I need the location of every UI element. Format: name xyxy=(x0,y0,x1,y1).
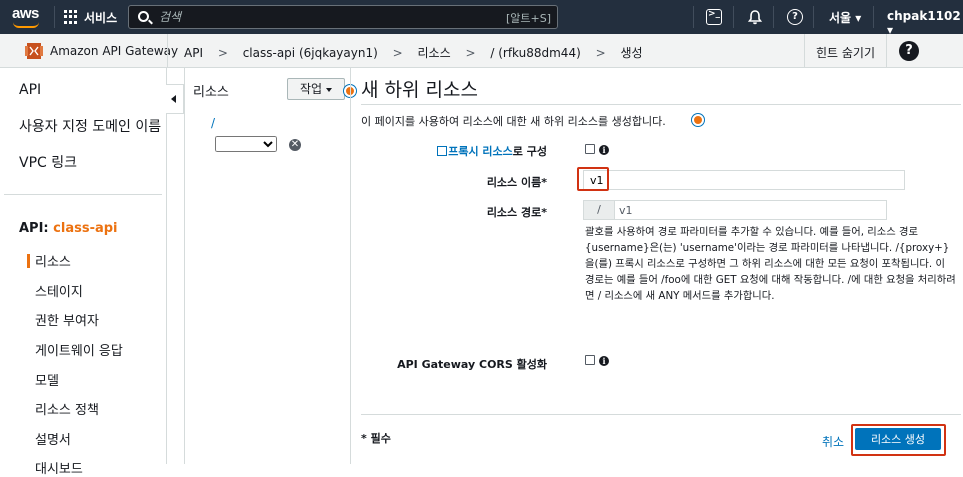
divider xyxy=(804,34,805,68)
proxy-resource-label: 프록시 리소스로 구성 xyxy=(437,143,547,159)
region-selector[interactable]: 서울 ▾ xyxy=(829,9,861,26)
nav-item-models[interactable]: 모델 xyxy=(35,370,59,389)
proxy-label-suffix: 로 구성 xyxy=(512,145,547,158)
breadcrumb-separator: > xyxy=(392,46,403,60)
nav-api-heading: API: class-api xyxy=(19,221,118,236)
breadcrumb-class-api[interactable]: class-api (6jqkayayn1) xyxy=(243,46,378,60)
new-resource-select[interactable] xyxy=(215,136,277,152)
resource-root-link[interactable]: / xyxy=(211,116,215,130)
nav-item-gateway-responses[interactable]: 게이트웨이 응답 xyxy=(35,340,123,359)
aws-smile-icon xyxy=(13,22,39,28)
title-divider xyxy=(361,104,961,105)
divider xyxy=(873,6,874,28)
active-indicator xyxy=(27,254,30,268)
search-icon xyxy=(138,11,149,22)
help-icon[interactable]: ? xyxy=(899,41,919,61)
help-question-icon[interactable]: ? xyxy=(787,9,803,25)
nav-item-custom-domain[interactable]: 사용자 지정 도메인 이름 xyxy=(19,116,161,136)
resource-path-label: 리소스 경로* xyxy=(486,206,547,219)
breadcrumb-separator: > xyxy=(465,46,476,60)
divider xyxy=(773,6,774,28)
divider xyxy=(693,6,694,28)
service-header-bar: Amazon API Gateway API > class-api (6jqk… xyxy=(0,34,963,68)
services-menu-button[interactable]: 서비스 xyxy=(84,9,117,26)
external-link-icon xyxy=(437,146,448,156)
divider xyxy=(54,6,55,28)
breadcrumb-root-resource[interactable]: / (rfku88dm44) xyxy=(490,46,580,60)
cancel-button[interactable]: 취소 xyxy=(822,433,844,450)
nav-item-documentation[interactable]: 설명서 xyxy=(35,429,71,448)
global-search-input[interactable] xyxy=(159,9,499,25)
main-content: 새 하위 리소스 이 페이지를 사용하여 리소스에 대한 새 하위 리소스를 생… xyxy=(351,68,963,464)
cors-label: API Gateway CORS 활성화 xyxy=(397,358,547,371)
nav-item-api[interactable]: API xyxy=(19,82,41,98)
close-icon[interactable]: ✕ xyxy=(289,139,301,151)
cors-checkbox[interactable] xyxy=(585,355,595,365)
nav-divider xyxy=(4,194,162,195)
top-navigation-bar: aws 서비스 [알트+S] ? 서울 ▾ chpak1102 ▾ xyxy=(0,0,963,37)
resource-name-highlight xyxy=(577,167,609,191)
breadcrumb: API > class-api (6jqkayayn1) > 리소스 > / (… xyxy=(184,44,654,61)
breadcrumb-create: 생성 xyxy=(620,46,643,60)
cloudshell-icon[interactable] xyxy=(706,9,722,25)
breadcrumb-resources[interactable]: 리소스 xyxy=(418,46,451,60)
info-icon[interactable]: i xyxy=(599,356,609,366)
divider xyxy=(813,6,814,28)
hint-marker-icon[interactable] xyxy=(692,114,704,126)
actions-dropdown-button[interactable]: 작업 xyxy=(287,78,345,100)
create-button-highlight xyxy=(851,424,946,456)
nav-api-prefix: API: xyxy=(19,221,54,236)
divider xyxy=(886,34,887,68)
footer-divider xyxy=(361,414,961,415)
breadcrumb-api[interactable]: API xyxy=(184,46,203,60)
hide-hints-toggle[interactable]: 힌트 숨기기 xyxy=(816,44,875,61)
service-name[interactable]: Amazon API Gateway xyxy=(50,44,178,58)
resource-name-input[interactable] xyxy=(583,170,905,190)
breadcrumb-separator: > xyxy=(595,46,606,60)
resource-tree-panel: 리소스 작업 / ✕ xyxy=(185,68,350,464)
divider xyxy=(167,34,168,68)
page-description: 이 페이지를 사용하여 리소스에 대한 새 하위 리소스를 생성합니다. xyxy=(361,115,666,128)
api-gateway-logo-icon xyxy=(25,43,43,59)
global-search-box[interactable]: [알트+S] xyxy=(128,5,558,29)
resource-panel-title: 리소스 xyxy=(193,85,229,100)
resource-path-help: 괄호를 사용하여 경로 파라미터를 추가할 수 있습니다. 예를 들어, 리소스… xyxy=(585,226,956,302)
nav-item-dashboard[interactable]: 대시보드 xyxy=(35,458,83,477)
proxy-resource-checkbox[interactable] xyxy=(585,144,595,154)
nav-item-resource-policy[interactable]: 리소스 정책 xyxy=(35,399,99,418)
nav-item-resources[interactable]: 리소스 xyxy=(35,251,71,270)
divider xyxy=(733,6,734,28)
divider xyxy=(166,68,167,464)
nav-item-vpc-link[interactable]: VPC 링크 xyxy=(19,152,77,172)
nav-item-authorizers[interactable]: 권한 부여자 xyxy=(35,310,99,329)
proxy-resource-link[interactable]: 프록시 리소스 xyxy=(448,145,513,158)
left-navigation: API 사용자 지정 도메인 이름 VPC 링크 API: class-api … xyxy=(0,68,166,477)
info-icon[interactable]: i xyxy=(599,145,609,155)
resource-path-input[interactable] xyxy=(615,200,887,220)
aws-logo-text: aws xyxy=(12,5,39,22)
nav-api-name[interactable]: class-api xyxy=(53,221,117,236)
services-grid-icon[interactable] xyxy=(64,10,78,24)
aws-logo[interactable]: aws xyxy=(12,5,44,29)
nav-item-stages[interactable]: 스테이지 xyxy=(35,281,83,300)
resource-path-prefix: / xyxy=(583,200,615,220)
breadcrumb-separator: > xyxy=(217,46,228,60)
search-shortcut-hint: [알트+S] xyxy=(505,12,551,25)
resource-name-label: 리소스 이름* xyxy=(486,176,547,189)
notifications-bell-icon[interactable] xyxy=(747,9,763,25)
required-note: * 필수 xyxy=(361,432,391,445)
page-title: 새 하위 리소스 xyxy=(361,79,478,101)
collapse-nav-chevron-icon[interactable] xyxy=(166,84,184,114)
account-menu[interactable]: chpak1102 ▾ xyxy=(887,9,963,37)
